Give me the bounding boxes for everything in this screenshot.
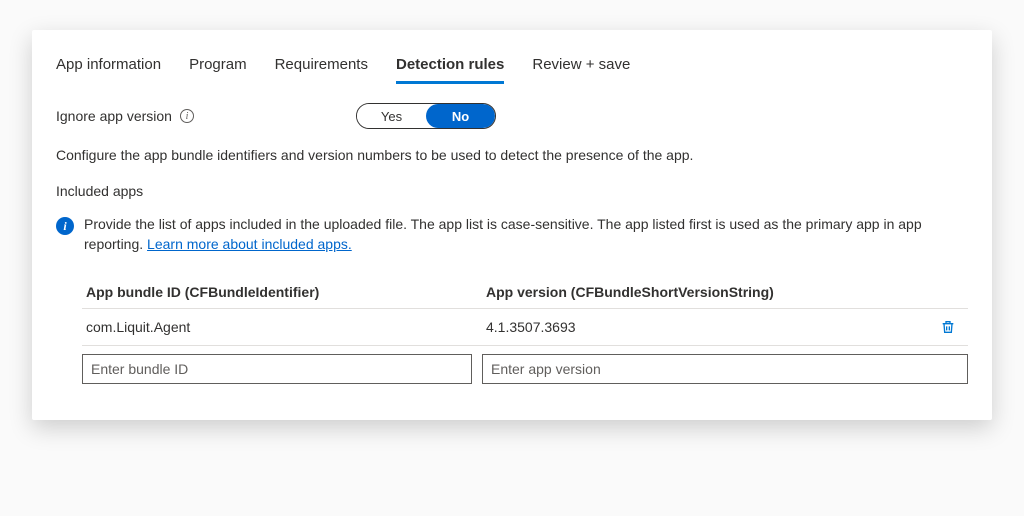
ignore-app-version-label: Ignore app version i [56,108,356,124]
info-text: Provide the list of apps included in the… [84,215,968,254]
table-header: App bundle ID (CFBundleIdentifier) App v… [82,276,968,309]
header-version: App version (CFBundleShortVersionString) [482,284,928,300]
tab-detection-rules[interactable]: Detection rules [396,50,504,84]
app-version-input[interactable] [482,354,968,384]
header-bundle-id: App bundle ID (CFBundleIdentifier) [82,284,482,300]
tab-program[interactable]: Program [189,50,247,84]
cell-version: 4.1.3507.3693 [482,319,928,335]
cell-bundle-id: com.Liquit.Agent [82,319,482,335]
tab-app-information[interactable]: App information [56,50,161,84]
included-apps-label: Included apps [56,183,968,199]
toggle-yes[interactable]: Yes [357,104,426,128]
info-icon[interactable]: i [180,109,194,123]
info-callout: i Provide the list of apps included in t… [56,215,968,254]
toggle-no[interactable]: No [426,104,495,128]
new-row-inputs [82,346,968,392]
info-filled-icon: i [56,217,74,235]
table-row: com.Liquit.Agent 4.1.3507.3693 [82,309,968,346]
ignore-app-version-row: Ignore app version i Yes No [56,103,968,129]
detection-rules-panel: App information Program Requirements Det… [32,30,992,420]
tab-review-save[interactable]: Review + save [532,50,630,84]
trash-icon[interactable] [940,319,956,335]
bundle-id-input[interactable] [82,354,472,384]
ignore-app-version-toggle[interactable]: Yes No [356,103,496,129]
learn-more-link[interactable]: Learn more about included apps. [147,236,352,252]
step-tabs: App information Program Requirements Det… [56,50,968,85]
description-text: Configure the app bundle identifiers and… [56,147,968,163]
ignore-app-version-text: Ignore app version [56,108,172,124]
tab-requirements[interactable]: Requirements [275,50,368,84]
included-apps-table: App bundle ID (CFBundleIdentifier) App v… [56,276,968,392]
